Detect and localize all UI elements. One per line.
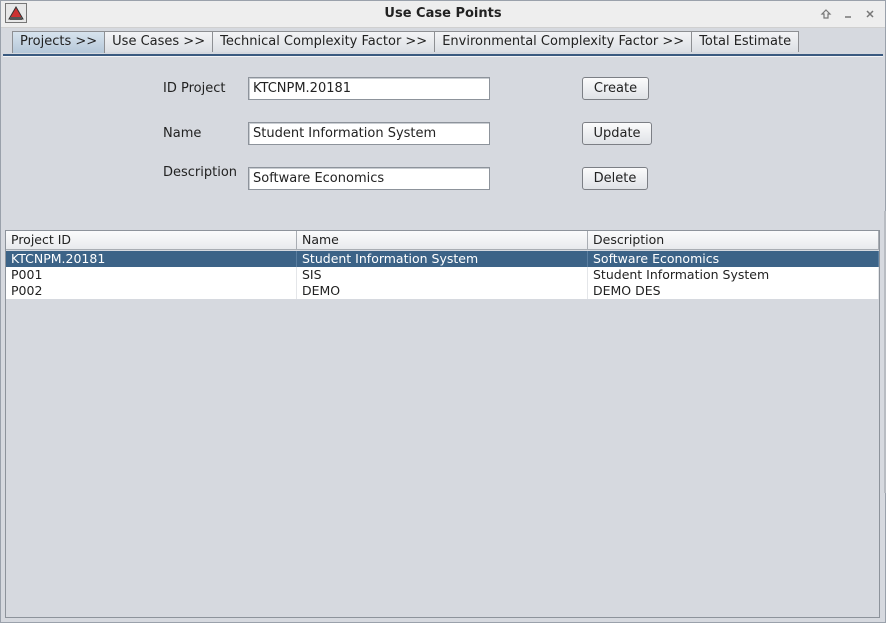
maximize-icon[interactable]	[817, 5, 835, 23]
table-row[interactable]: P001 SIS Student Information System	[6, 267, 879, 283]
id-project-input[interactable]: KTCNPM.20181	[248, 77, 490, 100]
cell-project-id: P001	[6, 267, 297, 283]
column-header-project-id[interactable]: Project ID	[6, 231, 297, 250]
delete-button[interactable]: Delete	[582, 167, 648, 190]
close-icon[interactable]	[861, 5, 879, 23]
description-input[interactable]: Software Economics	[248, 167, 490, 190]
cell-description: Software Economics	[588, 251, 879, 267]
update-button[interactable]: Update	[582, 122, 652, 145]
cell-description: Student Information System	[588, 267, 879, 283]
cell-name: SIS	[297, 267, 588, 283]
cell-project-id: P002	[6, 283, 297, 299]
minimize-icon[interactable]	[839, 5, 857, 23]
tab-use-cases[interactable]: Use Cases >>	[104, 31, 214, 52]
tab-projects[interactable]: Projects >>	[12, 31, 106, 53]
table-header: Project ID Name Description	[6, 231, 879, 250]
tab-technical-complexity-factor[interactable]: Technical Complexity Factor >>	[212, 31, 436, 52]
name-label: Name	[163, 126, 202, 141]
cell-name: DEMO	[297, 283, 588, 299]
name-input[interactable]: Student Information System	[248, 122, 490, 145]
column-header-name[interactable]: Name	[297, 231, 588, 250]
window-title: Use Case Points	[384, 6, 502, 21]
main-window: Use Case Points Projects >> Use Cases >>…	[0, 0, 886, 623]
tab-environmental-complexity-factor[interactable]: Environmental Complexity Factor >>	[434, 31, 693, 52]
title-bar[interactable]: Use Case Points	[1, 1, 885, 28]
tab-underline-highlight	[3, 56, 883, 57]
column-header-description[interactable]: Description	[588, 231, 879, 250]
cell-name: Student Information System	[297, 251, 588, 267]
table-row[interactable]: KTCNPM.20181 Student Information System …	[6, 251, 879, 267]
projects-table[interactable]: Project ID Name Description KTCNPM.20181…	[5, 230, 880, 618]
create-button[interactable]: Create	[582, 77, 649, 100]
window-controls	[817, 5, 879, 23]
tab-total-estimate[interactable]: Total Estimate	[691, 31, 800, 52]
id-project-label: ID Project	[163, 81, 226, 96]
cell-project-id: KTCNPM.20181	[6, 251, 297, 267]
description-label: Description	[163, 165, 238, 180]
cell-description: DEMO DES	[588, 283, 879, 299]
table-row[interactable]: P002 DEMO DEMO DES	[6, 283, 879, 299]
tab-strip: Projects >> Use Cases >> Technical Compl…	[12, 31, 800, 53]
